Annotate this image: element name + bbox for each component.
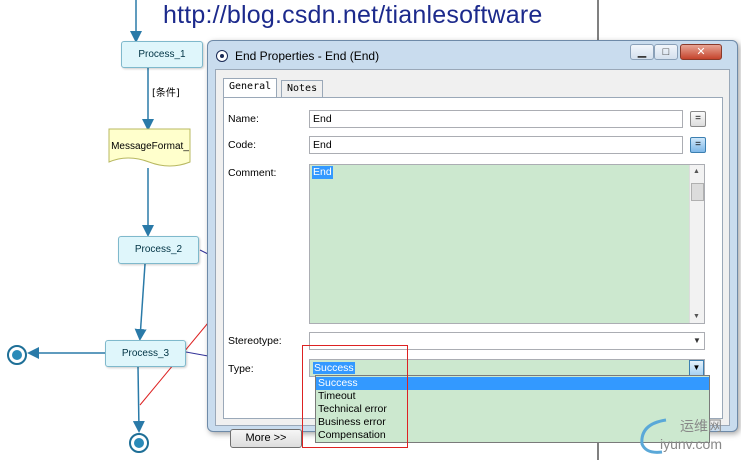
watermark-url: http://blog.csdn.net/tianlesoftware bbox=[163, 1, 543, 29]
stereotype-dropdown-icon[interactable]: ▼ bbox=[693, 336, 701, 345]
message-format-label: MessageFormat_ bbox=[111, 141, 189, 152]
comment-textarea[interactable]: End ▲ ▼ bbox=[309, 164, 705, 324]
maximize-button[interactable]: □ bbox=[654, 44, 678, 60]
close-button[interactable]: ✕ bbox=[680, 44, 722, 60]
type-dropdown-button[interactable]: ▼ bbox=[689, 360, 704, 376]
logo-brand-text: 运维网 bbox=[680, 419, 722, 435]
end-node-left[interactable] bbox=[6, 344, 28, 366]
minimize-button[interactable]: ▁ bbox=[630, 44, 654, 60]
dialog-title: End Properties - End (End) bbox=[235, 49, 380, 63]
comment-selected-text: End bbox=[312, 166, 333, 179]
type-option-timeout[interactable]: Timeout bbox=[316, 390, 709, 403]
scroll-thumb[interactable] bbox=[691, 183, 704, 201]
code-equal-button[interactable]: = bbox=[690, 137, 706, 153]
scroll-up-arrow-icon[interactable]: ▲ bbox=[693, 168, 700, 175]
type-selected-value: Success bbox=[313, 362, 355, 374]
stereotype-select[interactable] bbox=[309, 332, 705, 350]
name-equal-button[interactable]: = bbox=[690, 111, 706, 127]
type-label: Type: bbox=[228, 363, 254, 375]
tab-notes[interactable]: Notes bbox=[281, 80, 324, 97]
condition-label: [条件] bbox=[152, 88, 180, 99]
dialog-titlebar[interactable]: End Properties - End (End) ▁ □ ✕ bbox=[208, 41, 737, 69]
process-2-node[interactable]: Process_2 bbox=[118, 236, 199, 264]
comment-label: Comment: bbox=[228, 167, 277, 179]
name-label: Name: bbox=[228, 113, 259, 125]
code-label: Code: bbox=[228, 139, 257, 151]
process-1-node[interactable]: Process_1 bbox=[121, 41, 203, 68]
end-object-icon bbox=[216, 50, 228, 62]
tab-general[interactable]: General bbox=[223, 78, 278, 98]
end-properties-dialog: End Properties - End (End) ▁ □ ✕ General… bbox=[207, 40, 738, 448]
scroll-down-arrow-icon[interactable]: ▼ bbox=[693, 313, 700, 320]
end-node-bottom[interactable] bbox=[128, 432, 150, 454]
more-button[interactable]: More >> bbox=[230, 429, 302, 448]
stereotype-label: Stereotype: bbox=[228, 335, 282, 347]
name-field[interactable]: End bbox=[309, 110, 683, 128]
comment-scrollbar[interactable]: ▲ ▼ bbox=[689, 165, 704, 323]
process-3-node[interactable]: Process_3 bbox=[105, 340, 186, 367]
site-logo: 运维网 iyunv.com bbox=[636, 412, 740, 458]
general-tab-panel: Name: End = Code: End = Comment: End ▲ ▼… bbox=[223, 97, 723, 419]
logo-domain-text: iyunv.com bbox=[660, 436, 722, 452]
code-field[interactable]: End bbox=[309, 136, 683, 154]
dialog-client-area: General Notes Name: End = Code: End = Co… bbox=[215, 69, 730, 448]
type-option-success[interactable]: Success bbox=[316, 377, 709, 390]
